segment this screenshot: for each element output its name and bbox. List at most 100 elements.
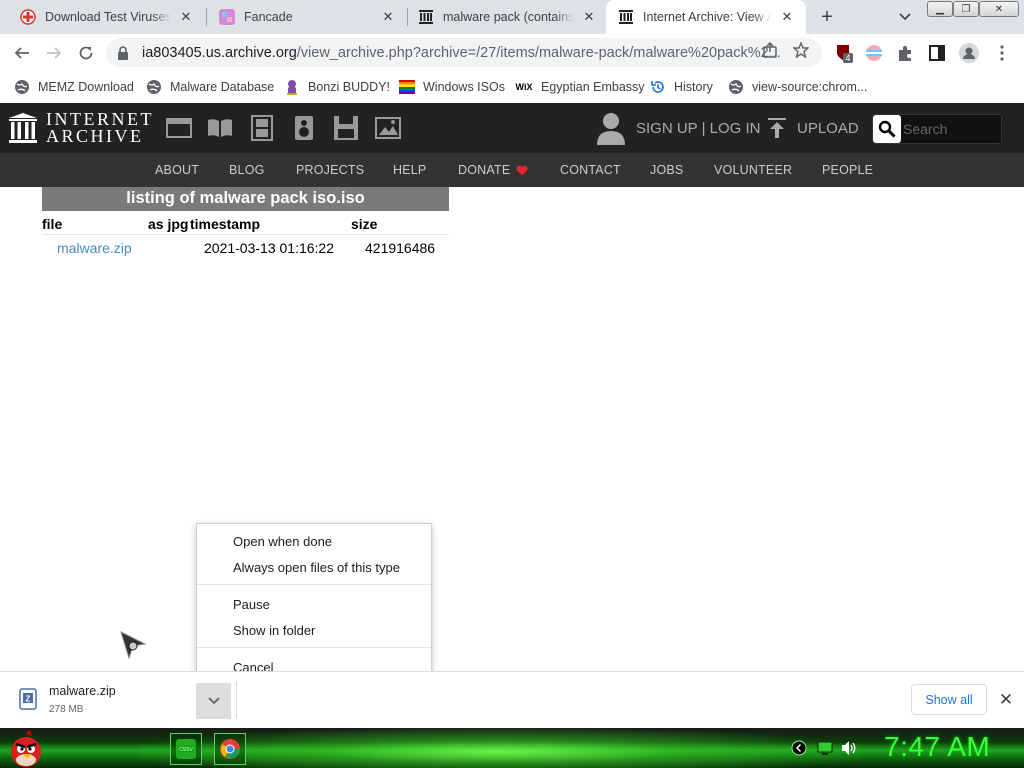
bookmark-view-source[interactable]: view-source:chrom... [728,77,867,97]
menu-always-open-type[interactable]: Always open files of this type [197,555,431,579]
address-bar[interactable]: ia803405.us.archive.org/view_archive.php… [106,38,822,67]
software-floppy-icon[interactable] [333,115,359,141]
heart-icon [516,165,528,175]
trans-flag-extension-icon[interactable] [864,43,884,63]
ia-logo[interactable]: INTERNET ARCHIVE [8,110,154,146]
menu-pause[interactable]: Pause [197,592,431,616]
ublock-extension-icon[interactable]: 4 [834,43,854,63]
ia-logo-line2: ARCHIVE [46,126,144,146]
shelf-separator [236,682,237,718]
texts-book-icon[interactable] [207,115,233,141]
col-header-file: file [42,216,63,232]
zip-file-icon: Z [19,688,37,710]
ia-logo-text: INTERNET ARCHIVE [46,110,154,146]
bookmark-label: Windows ISOs [423,80,505,94]
share-icon[interactable] [761,41,779,59]
globe-icon [146,79,162,95]
listing-title: listing of malware pack iso.iso [42,187,449,211]
download-shelf: Z malware.zip 278 MB Show all ✕ [0,671,1024,728]
show-all-button[interactable]: Show all [911,684,987,715]
upload-link[interactable]: UPLOAD [767,117,859,139]
download-context-menu: Open when done Always open files of this… [196,523,432,682]
menu-separator [197,647,431,648]
search-icon[interactable] [873,115,901,143]
nav-blog[interactable]: BLOG [229,163,265,177]
svg-text:Z: Z [26,695,31,704]
taskbar-clock[interactable]: 7:47 AM [884,731,990,763]
tray-chevron-icon[interactable] [791,740,807,756]
forward-button[interactable] [41,40,67,66]
close-tab-icon[interactable]: ✕ [778,8,796,26]
web-icon[interactable] [166,115,192,141]
nav-about[interactable]: ABOUT [155,163,199,177]
nav-help[interactable]: HELP [393,163,426,177]
restore-button[interactable]: ❐ [953,1,979,17]
nav-donate-label: DONATE [458,163,511,177]
bookmark-windows-isos[interactable]: Windows ISOs [399,77,505,97]
bookmark-star-icon[interactable] [792,41,810,59]
bookmark-egyptian-embassy[interactable]: WiX Egyptian Embassy [515,77,645,97]
lock-icon[interactable] [117,45,129,60]
globe-icon [728,79,744,95]
tab-internet-archive-view[interactable]: Internet Archive: View Arc ✕ [606,0,806,34]
download-size: 278 MB [49,704,84,715]
download-filename: malware.zip [49,684,116,698]
audio-speaker-icon[interactable] [291,115,317,141]
nav-projects[interactable]: PROJECTS [296,163,364,177]
search-input[interactable] [901,121,997,137]
nav-jobs[interactable]: JOBS [650,163,683,177]
volume-tray-icon[interactable] [841,740,857,756]
minimize-button[interactable]: ▁ [927,1,953,17]
side-panel-icon[interactable] [927,43,947,63]
close-window-button[interactable]: ✕ [979,1,1019,17]
nav-donate[interactable]: DONATE [458,163,528,177]
windows-flag-icon [399,79,415,95]
video-film-icon[interactable] [249,115,275,141]
menu-kebab-icon[interactable] [992,43,1012,63]
network-tray-icon[interactable] [817,740,833,756]
bookmark-bonzi-buddy[interactable]: Bonzi BUDDY! [284,77,390,97]
signin-link[interactable]: SIGN UP | LOG IN [596,111,760,145]
extensions-puzzle-icon[interactable] [896,43,916,63]
chrome-taskbar-icon[interactable] [214,733,246,765]
user-icon [597,113,625,145]
profile-avatar-icon[interactable] [959,43,979,63]
signin-text: SIGN UP | LOG IN [636,119,761,137]
reload-button[interactable] [73,40,99,66]
file-link[interactable]: malware.zip [57,240,132,256]
nav-people[interactable]: PEOPLE [822,163,873,177]
file-size: 421916486 [365,240,436,256]
close-tab-icon[interactable]: ✕ [580,8,598,26]
chevron-down-icon [207,697,220,705]
bookmark-label: Egyptian Embassy [541,80,645,94]
close-tab-icon[interactable]: ✕ [177,8,195,26]
tab-fancade[interactable]: Fancade ✕ [207,0,407,34]
angry-bird-start-icon[interactable] [4,730,48,768]
bookmark-history[interactable]: History [650,77,713,97]
bookmark-malware-database[interactable]: Malware Database [146,77,274,97]
nav-contact[interactable]: CONTACT [560,163,621,177]
nav-volunteer[interactable]: VOLUNTEER [714,163,792,177]
close-shelf-icon[interactable]: ✕ [995,689,1017,711]
tab-title: Internet Archive: View Arc [643,10,772,24]
images-photo-icon[interactable] [375,115,401,141]
wix-icon: WiX [515,82,533,92]
col-header-timestamp: timestamp [190,216,261,232]
ia-search-box [872,114,1002,144]
tab-search-icon[interactable] [893,6,917,28]
tab-title: Fancade [244,10,293,24]
url-text: ia803405.us.archive.org/view_archive.php… [142,45,822,61]
new-tab-button[interactable]: + [815,5,839,29]
menu-open-when-done[interactable]: Open when done [197,529,431,553]
tab-malware-pack[interactable]: malware pack (contains fi ✕ [408,0,608,34]
globe-icon [14,79,30,95]
menu-show-in-folder[interactable]: Show in folder [197,618,431,642]
tab-download-test-viruses[interactable]: Download Test Viruses - M ✕ [0,0,205,34]
close-tab-icon[interactable]: ✕ [379,8,397,26]
col-header-jpg: as jpg [148,216,189,232]
taskbar-app-icon[interactable]: CSSV [170,733,202,765]
bookmark-memz-download[interactable]: MEMZ Download [14,77,134,97]
download-options-button[interactable] [196,683,231,719]
listing-divider [42,234,449,235]
back-button[interactable] [9,40,35,66]
